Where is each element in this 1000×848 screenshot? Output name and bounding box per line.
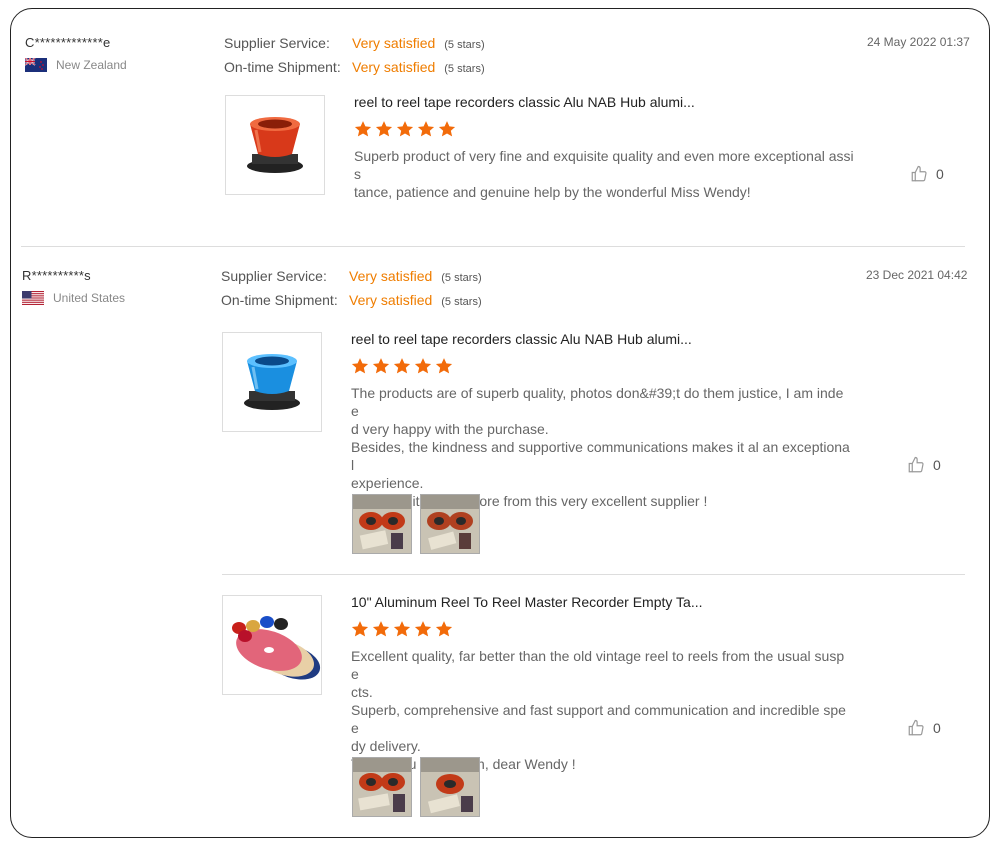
star-icon bbox=[372, 358, 390, 374]
supplier-service-value: Very satisfied bbox=[352, 35, 436, 51]
review-date: 23 Dec 2021 04:42 bbox=[866, 268, 968, 282]
star-icon bbox=[354, 121, 372, 137]
review-text-line: Excellent quality, far better than the o… bbox=[351, 648, 845, 682]
shipment-stars: (5 stars) bbox=[441, 296, 482, 308]
supplier-service-label: Supplier Service: bbox=[221, 268, 327, 284]
star-icon bbox=[372, 621, 390, 637]
product-divider bbox=[222, 574, 965, 575]
supplier-service-stars: (5 stars) bbox=[441, 272, 482, 284]
product-title[interactable]: reel to reel tape recorders classic Alu … bbox=[351, 331, 692, 347]
review-text-line: dy delivery. bbox=[351, 738, 421, 754]
thumbs-up-icon bbox=[908, 456, 924, 473]
new-zealand-flag-icon bbox=[25, 58, 47, 72]
country-label: United States bbox=[53, 291, 126, 305]
star-icon bbox=[414, 358, 432, 374]
star-icon bbox=[393, 358, 411, 374]
like-button[interactable]: 0 bbox=[907, 719, 941, 737]
review-text-line: The products are of superb quality, phot… bbox=[351, 385, 844, 419]
like-count: 0 bbox=[933, 720, 941, 736]
review-date: 24 May 2022 01:37 bbox=[867, 35, 970, 49]
thumbs-up-icon bbox=[908, 719, 924, 736]
buyer-name: R**********s bbox=[22, 268, 91, 283]
product-thumbnail[interactable] bbox=[225, 95, 325, 195]
review-text: Excellent quality, far better than the o… bbox=[351, 647, 851, 773]
star-icon bbox=[435, 621, 453, 637]
product-title[interactable]: 10" Aluminum Reel To Reel Master Recorde… bbox=[351, 594, 703, 610]
star-icon bbox=[414, 621, 432, 637]
review-text-line: cts. bbox=[351, 684, 373, 700]
review-text: The products are of superb quality, phot… bbox=[351, 384, 851, 510]
united-states-flag-icon bbox=[22, 291, 44, 305]
shipment-rating: On-time Shipment: Very satisfied (5 star… bbox=[224, 59, 485, 75]
product-title[interactable]: reel to reel tape recorders classic Alu … bbox=[354, 94, 695, 110]
product-star-rating bbox=[351, 620, 453, 638]
product-star-rating bbox=[354, 120, 456, 138]
review-photos bbox=[352, 494, 480, 554]
review-photo[interactable] bbox=[352, 494, 412, 554]
like-count: 0 bbox=[933, 457, 941, 473]
supplier-service-rating: Supplier Service: Very satisfied (5 star… bbox=[224, 35, 485, 51]
buyer-country: United States bbox=[22, 291, 125, 305]
thumbs-up-icon bbox=[911, 165, 927, 182]
shipment-value: Very satisfied bbox=[352, 59, 436, 75]
supplier-service-label: Supplier Service: bbox=[224, 35, 330, 51]
product-star-rating bbox=[351, 357, 453, 375]
star-icon bbox=[351, 358, 369, 374]
review-photo[interactable] bbox=[420, 494, 480, 554]
star-icon bbox=[375, 121, 393, 137]
buyer-name: C*************e bbox=[25, 35, 111, 50]
star-icon bbox=[393, 621, 411, 637]
star-icon bbox=[396, 121, 414, 137]
star-icon bbox=[417, 121, 435, 137]
review-text: Superb product of very fine and exquisit… bbox=[354, 147, 854, 201]
reviews-panel: C*************e New Zealand Supplier Ser… bbox=[10, 8, 990, 838]
shipment-label: On-time Shipment: bbox=[221, 292, 338, 308]
supplier-service-value: Very satisfied bbox=[349, 268, 433, 284]
shipment-label: On-time Shipment: bbox=[224, 59, 341, 75]
review-text-line: tance, patience and genuine help by the … bbox=[354, 184, 751, 200]
product-thumbnail[interactable] bbox=[222, 332, 322, 432]
supplier-service-rating: Supplier Service: Very satisfied (5 star… bbox=[221, 268, 482, 284]
country-label: New Zealand bbox=[56, 58, 127, 72]
supplier-service-stars: (5 stars) bbox=[444, 39, 485, 51]
review-divider bbox=[21, 246, 965, 247]
shipment-rating: On-time Shipment: Very satisfied (5 star… bbox=[221, 292, 482, 308]
star-icon bbox=[435, 358, 453, 374]
star-icon bbox=[438, 121, 456, 137]
like-button[interactable]: 0 bbox=[907, 456, 941, 474]
buyer-country: New Zealand bbox=[25, 58, 127, 72]
review-text-line: experience. bbox=[351, 475, 424, 491]
product-thumbnail[interactable] bbox=[222, 595, 322, 695]
review-text-line: Superb, comprehensive and fast support a… bbox=[351, 702, 846, 736]
review-text-line: d very happy with the purchase. bbox=[351, 421, 549, 437]
review-photo[interactable] bbox=[420, 757, 480, 817]
review-text-line: Besides, the kindness and supportive com… bbox=[351, 439, 850, 473]
star-icon bbox=[351, 621, 369, 637]
review-photo[interactable] bbox=[352, 757, 412, 817]
like-button[interactable]: 0 bbox=[910, 165, 944, 183]
review-photos bbox=[352, 757, 480, 817]
like-count: 0 bbox=[936, 166, 944, 182]
shipment-stars: (5 stars) bbox=[444, 63, 485, 75]
shipment-value: Very satisfied bbox=[349, 292, 433, 308]
review-text-line: Superb product of very fine and exquisit… bbox=[354, 148, 854, 182]
